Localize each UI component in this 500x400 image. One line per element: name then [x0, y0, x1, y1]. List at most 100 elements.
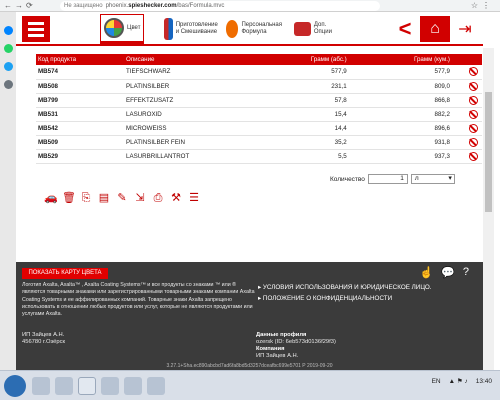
cell-grams-cum: 882,2 [360, 107, 464, 122]
tray-icons[interactable]: ▲ ⚑ ♪ [449, 377, 468, 385]
clock[interactable]: 13:40 [476, 378, 492, 385]
explorer-icon[interactable] [32, 377, 50, 395]
vertical-scrollbar[interactable] [483, 48, 494, 370]
profile-id: ozersk (ID: 6eb573d0136f29f3) [256, 339, 336, 345]
side-app-strip [0, 12, 16, 370]
app-icon[interactable] [101, 377, 119, 395]
cell-code: MB529 [36, 149, 124, 164]
delete-row-icon[interactable] [464, 65, 482, 80]
browser-menu-icons[interactable]: ☆⋮ [471, 1, 494, 10]
profile-header: Данные профиля [256, 332, 307, 338]
col-grams-cum: Грамм (кум.) [360, 54, 464, 65]
menu-hamburger-icon[interactable] [22, 16, 50, 42]
quantity-input[interactable]: 1 [367, 174, 408, 184]
back-icon[interactable]: < [393, 16, 417, 42]
table-row: MB542 MICROWEISS 14,4 896,6 [36, 121, 482, 136]
browser-nav-icons[interactable]: ←→⟳ [4, 1, 58, 10]
app-icon[interactable] [147, 377, 165, 395]
table-row: MB574 TIEFSCHWARZ 577,9 577,9 [36, 65, 482, 80]
delete-row-icon[interactable] [464, 79, 482, 94]
tool-color[interactable]: Цвет [100, 14, 145, 44]
delete-row-icon[interactable] [464, 149, 482, 164]
tool-options[interactable]: Доп. Опции [294, 14, 344, 44]
language-indicator[interactable]: EN [432, 378, 441, 385]
mixing-cans-icon [164, 18, 173, 40]
tool-personal-formula[interactable]: Персональная Формула [226, 14, 288, 44]
tool-options-label: Доп. Опции [313, 22, 332, 35]
cell-grams-cum: 809,0 [360, 79, 464, 94]
opera-browser-icon[interactable] [78, 377, 96, 395]
delete-row-icon[interactable] [464, 121, 482, 136]
privacy-link[interactable]: ПОЛОЖЕНИЕ О КОНФИДЕНЦИАЛЬНОСТИ [258, 293, 432, 304]
cell-description: PLATINSILBER FEIN [124, 135, 258, 150]
unit-select[interactable]: л [410, 174, 455, 184]
action-toolbar: 🚗 🗑 ⎘ ▤ ✎ ⇲ ⎙ ⚒ ☰ [44, 192, 200, 204]
table-row: MB531 LASUROXID 15,4 882,2 [36, 107, 482, 122]
tool-color-label: Цвет [127, 24, 141, 31]
col-grams-abs: Грамм (абс.) [257, 54, 361, 65]
url-path: /bas/Formula.mvc [176, 3, 225, 9]
cell-grams-cum: 896,6 [360, 121, 464, 136]
app-toolbar: Цвет Приготовление и Смешивание Персонал… [16, 12, 483, 46]
cell-code: MB574 [36, 65, 124, 80]
print-icon[interactable]: ⎙ [152, 192, 164, 204]
terms-link[interactable]: УСЛОВИЯ ИСПОЛЬЗОВАНИЯ И ЮРИДИЧЕСКОЕ ЛИЦО… [258, 282, 432, 293]
telegram-icon[interactable] [3, 62, 13, 71]
home-icon[interactable]: ⌂ [420, 16, 450, 42]
cell-grams-abs: 35,2 [257, 135, 361, 150]
delete-row-icon[interactable] [464, 107, 482, 122]
version-string: 3.27.1+Sha.ec890abcbd7ad6fa8bd5d3257dcea… [166, 363, 333, 369]
messenger-icon[interactable] [3, 26, 13, 35]
whatsapp-icon[interactable] [3, 44, 13, 53]
footer-links: УСЛОВИЯ ИСПОЛЬЗОВАНИЯ И ЮРИДИЧЕСКОЕ ЛИЦО… [258, 282, 432, 304]
tool-mixing-label: Приготовление и Смешивание [175, 22, 218, 35]
filter-list-icon[interactable]: ☰ [188, 192, 200, 204]
touch-hand-icon[interactable]: ☝ [419, 266, 433, 279]
scrollbar-thumb[interactable] [485, 92, 492, 212]
worker-icon[interactable]: ⚒ [170, 192, 182, 204]
legal-text: Логотип Axalta, Axalta™ , Axalta Coating… [22, 282, 255, 318]
chat-icon[interactable]: 💬 [441, 266, 455, 279]
cell-grams-cum: 931,8 [360, 135, 464, 150]
media-player-icon[interactable] [55, 377, 73, 395]
toolbox-icon [294, 22, 311, 36]
table-header-row: Код продукта Описание Грамм (абс.) Грамм… [36, 54, 482, 65]
cell-grams-abs: 57,8 [257, 93, 361, 108]
copy-icon[interactable]: ⎘ [80, 192, 92, 204]
browser-toolbar: ←→⟳ Не защищено phoenix. spieshecker.com /… [0, 0, 500, 12]
address-bar[interactable]: Не защищено phoenix. spieshecker.com/bas/… [60, 1, 380, 11]
cell-grams-abs: 577,9 [257, 65, 361, 80]
delete-row-icon[interactable] [464, 135, 482, 150]
delete-row-icon[interactable] [464, 93, 482, 108]
system-tray: EN ▲ ⚑ ♪ 13:40 [432, 377, 492, 386]
cell-code: MB531 [36, 107, 124, 122]
show-color-card-button[interactable]: ПОКАЗАТЬ КАРТУ ЦВЕТА [22, 268, 108, 279]
cell-grams-cum: 937,3 [360, 149, 464, 164]
company-info: ИП Зайцев А.Н. 456780 г.Озёрск [22, 332, 65, 346]
cell-code: MB542 [36, 121, 124, 136]
cell-description: LASUROXID [124, 107, 258, 122]
new-document-icon[interactable]: ▤ [98, 192, 110, 204]
taskbar-apps [32, 377, 165, 395]
quantity-control: Количество 1 л [330, 174, 455, 184]
car-icon[interactable]: 🚗 [44, 192, 58, 204]
exit-icon[interactable]: ⇥ [452, 16, 478, 42]
trash-icon[interactable]: 🗑 [62, 192, 76, 204]
footer: ПОКАЗАТЬ КАРТУ ЦВЕТА ☝ 💬 ? Логотип Axalt… [16, 262, 483, 370]
cell-code: MB799 [36, 93, 124, 108]
col-delete [464, 54, 482, 65]
export-icon[interactable]: ⇲ [134, 192, 146, 204]
formula-content: Код продукта Описание Грамм (абс.) Грамм… [16, 48, 483, 262]
app-icon[interactable] [124, 377, 142, 395]
cell-grams-abs: 15,4 [257, 107, 361, 122]
col-description: Описание [124, 54, 258, 65]
not-secure-label: Не защищено [64, 3, 103, 9]
color-search-icon [104, 18, 124, 38]
edit-icon[interactable]: ✎ [116, 192, 128, 204]
quantity-label: Количество [330, 175, 365, 183]
extension-icon[interactable] [3, 80, 13, 89]
start-button-icon[interactable] [4, 375, 26, 397]
help-icon[interactable]: ? [463, 266, 469, 279]
company-name: ИП Зайцев А.Н. [22, 332, 65, 338]
tool-mixing[interactable]: Приготовление и Смешивание [164, 14, 222, 44]
